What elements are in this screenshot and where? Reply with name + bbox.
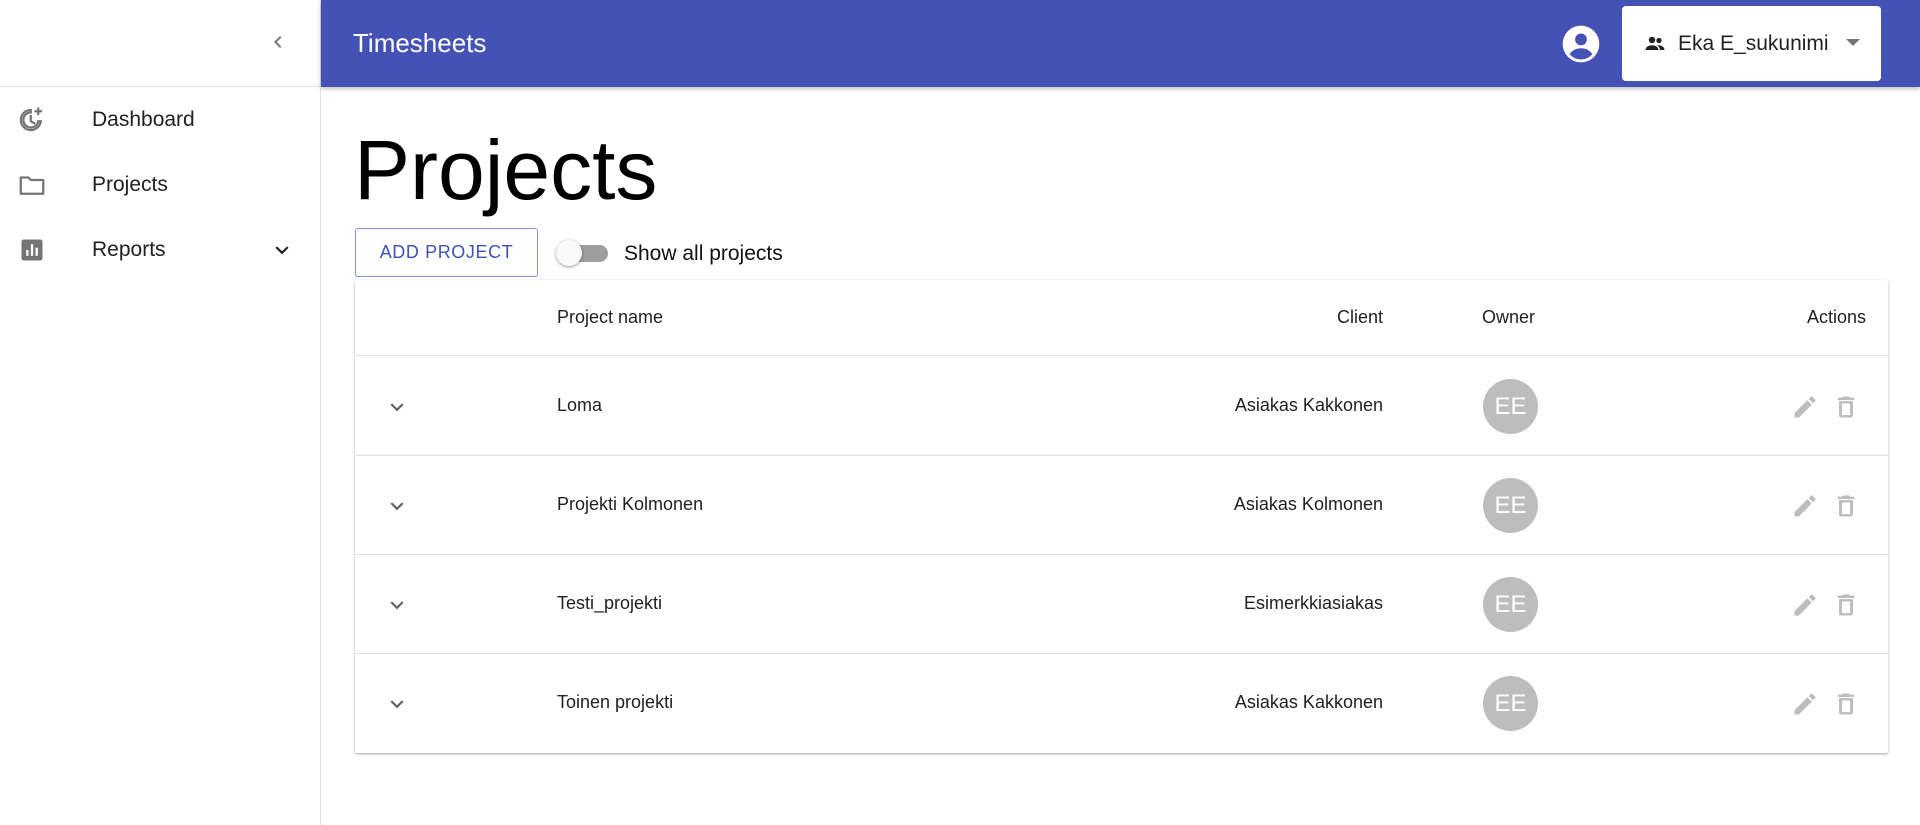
- project-name-cell: Toinen projekti: [557, 692, 674, 712]
- sidebar-item-dashboard[interactable]: Dashboard: [0, 87, 320, 152]
- client-cell: Asiakas Kakkonen: [1234, 692, 1383, 712]
- client-cell: Asiakas Kolmonen: [1233, 494, 1383, 514]
- table-row: Testi_projekti Esimerkkiasiakas EE: [355, 555, 1888, 654]
- avatar: EE: [1483, 676, 1538, 731]
- column-header-actions: Actions: [1806, 307, 1866, 327]
- trash-icon: [1837, 396, 1855, 418]
- delete-button[interactable]: [1829, 588, 1863, 622]
- chevron-down-icon: [390, 502, 404, 511]
- pencil-icon: [1794, 396, 1816, 418]
- collapse-sidebar-button[interactable]: [262, 26, 294, 58]
- client-cell: Esimerkkiasiakas: [1243, 593, 1383, 613]
- chevron-down-icon[interactable]: [268, 236, 296, 264]
- bar-chart-icon: [17, 235, 47, 265]
- edit-button[interactable]: [1788, 489, 1822, 523]
- show-all-projects-label: Show all projects: [624, 242, 783, 265]
- table-header: Project name Client Owner Actions: [355, 280, 1888, 356]
- avatar: EE: [1483, 577, 1538, 632]
- people-icon: [1642, 31, 1668, 57]
- sidebar-item-projects[interactable]: Projects: [0, 152, 320, 217]
- client-cell: Asiakas Kakkonen: [1234, 395, 1383, 415]
- chevron-left-icon: [274, 36, 282, 48]
- user-select[interactable]: Eka E_sukunimi: [1622, 6, 1881, 81]
- add-project-button[interactable]: ADD PROJECT: [355, 228, 538, 277]
- sidebar-nav: Dashboard Projects Reports: [0, 87, 320, 282]
- page-title: Projects: [354, 123, 658, 217]
- edit-button[interactable]: [1788, 687, 1822, 721]
- delete-button[interactable]: [1829, 390, 1863, 424]
- delete-button[interactable]: [1829, 687, 1863, 721]
- expand-row-button[interactable]: [380, 390, 414, 424]
- column-header-owner[interactable]: Owner: [1482, 307, 1535, 328]
- table-row: Projekti Kolmonen Asiakas Kolmonen EE: [355, 456, 1888, 555]
- app-bar: Timesheets Eka E_sukunimi: [321, 0, 1920, 87]
- show-all-projects-toggle[interactable]: [556, 240, 608, 266]
- expand-row-button[interactable]: [380, 489, 414, 523]
- expand-row-button[interactable]: [380, 687, 414, 721]
- project-name-cell: Projekti Kolmonen: [557, 494, 704, 514]
- pencil-icon: [1794, 495, 1816, 517]
- sidebar: Dashboard Projects Reports: [0, 0, 321, 825]
- toggle-thumb: [556, 240, 582, 266]
- account-button[interactable]: [1559, 22, 1603, 66]
- sidebar-item-label: Dashboard: [92, 107, 195, 131]
- expand-row-button[interactable]: [380, 588, 414, 622]
- table-row: Loma Asiakas Kakkonen EE: [355, 357, 1888, 456]
- chevron-down-icon: [390, 403, 404, 412]
- project-name-cell: Loma: [557, 395, 603, 415]
- edit-button[interactable]: [1788, 390, 1822, 424]
- projects-table: Project name Client Owner Actions Loma A…: [355, 280, 1888, 753]
- sidebar-header: [0, 0, 320, 87]
- trash-icon: [1837, 693, 1855, 715]
- pencil-icon: [1794, 594, 1816, 616]
- column-header-project-name[interactable]: Project name: [557, 307, 663, 328]
- app-title: Timesheets: [353, 28, 487, 58]
- project-name-cell: Testi_projekti: [557, 593, 663, 613]
- delete-button[interactable]: [1829, 489, 1863, 523]
- sidebar-item-reports[interactable]: Reports: [0, 217, 320, 282]
- avatar: EE: [1483, 379, 1538, 434]
- chevron-down-icon: [390, 601, 404, 610]
- trash-icon: [1837, 594, 1855, 616]
- sidebar-item-label: Projects: [92, 172, 168, 196]
- edit-button[interactable]: [1788, 588, 1822, 622]
- trash-icon: [1837, 495, 1855, 517]
- account-circle-icon: [1562, 25, 1600, 63]
- folder-icon: [17, 170, 47, 200]
- user-name: Eka E_sukunimi: [1678, 32, 1829, 55]
- column-header-client[interactable]: Client: [1337, 307, 1383, 328]
- dashboard-icon: [17, 105, 47, 135]
- avatar: EE: [1483, 478, 1538, 533]
- sidebar-item-label: Reports: [92, 237, 166, 261]
- dropdown-caret-icon: [1846, 39, 1860, 46]
- chevron-down-icon: [390, 700, 404, 709]
- pencil-icon: [1794, 693, 1816, 715]
- table-row: Toinen projekti Asiakas Kakkonen EE: [355, 654, 1888, 753]
